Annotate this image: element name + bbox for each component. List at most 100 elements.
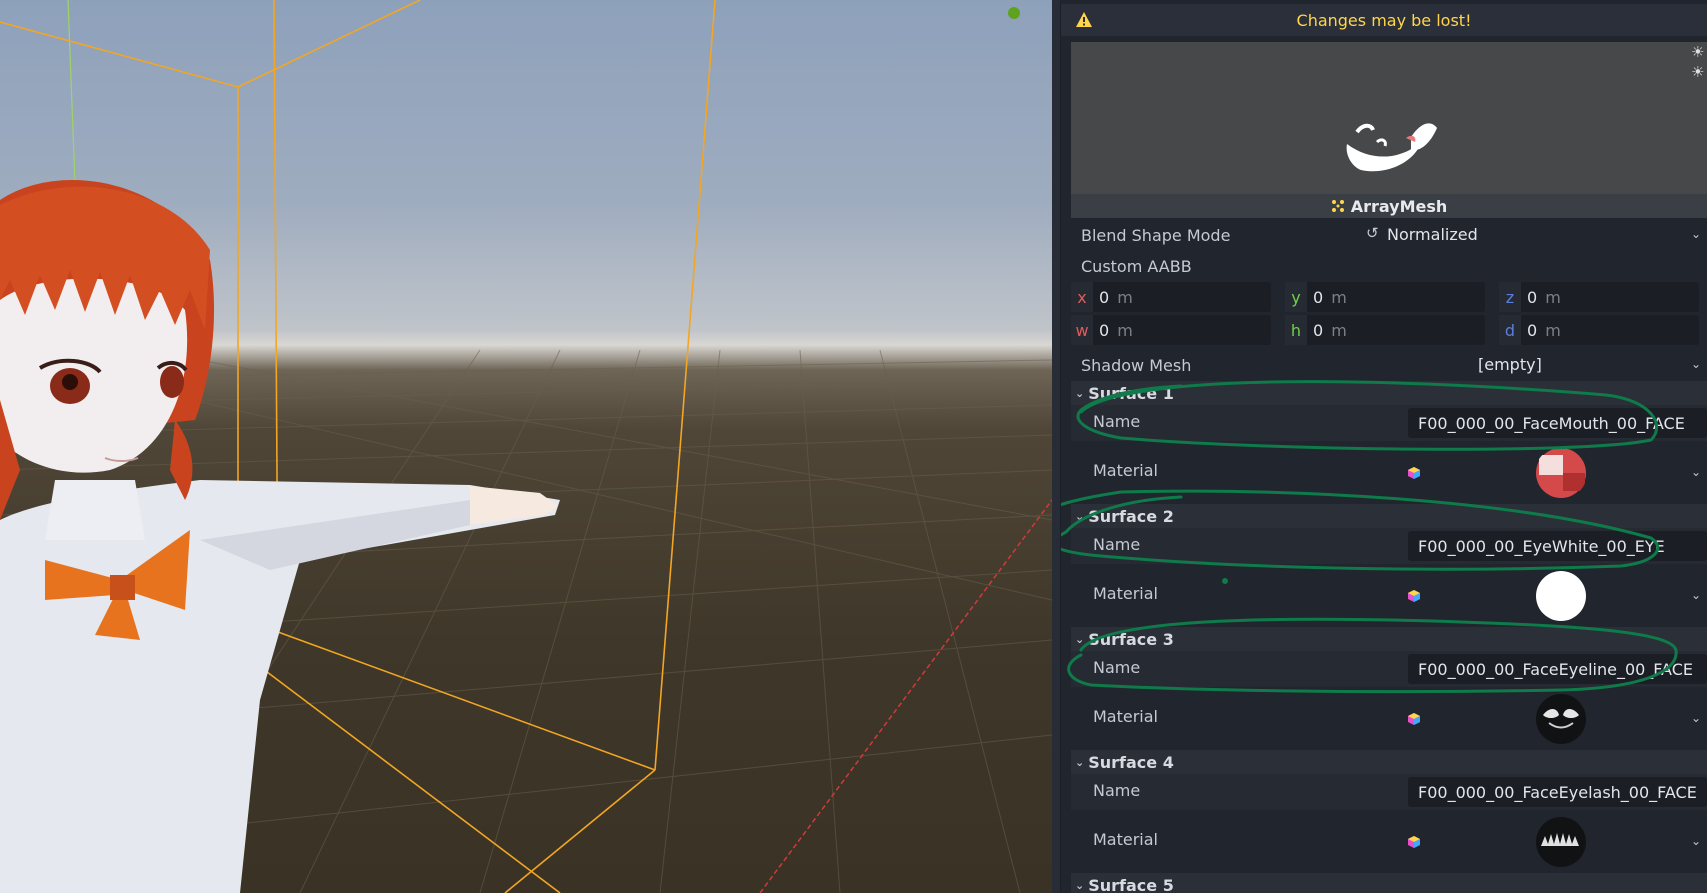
chevron-down-icon[interactable]: ⌄ xyxy=(1691,465,1701,479)
chevron-down-icon: ⌄ xyxy=(1690,357,1701,371)
aabb-w-axis-label: w xyxy=(1071,315,1093,345)
inspector-panel: Changes may be lost! ☀ ☀ ArrayMesh Blend… xyxy=(1061,0,1707,893)
aabb-y-value: 0 xyxy=(1313,287,1324,307)
chevron-down-icon[interactable]: ⌄ xyxy=(1691,588,1701,602)
surface-3-material-thumbnail[interactable] xyxy=(1535,693,1587,745)
aabb-y-field[interactable]: y 0 m xyxy=(1285,282,1485,312)
chevron-down-icon[interactable]: ⌄ xyxy=(1691,711,1701,725)
surface-4-material-row: Material ⌄ xyxy=(1071,812,1707,872)
surface-2-material-row: Material ⌄ xyxy=(1071,566,1707,626)
surface-2-material-label: Material xyxy=(1093,584,1158,603)
surface-4-name-label: Name xyxy=(1093,781,1141,800)
chevron-down-icon[interactable]: ⌄ xyxy=(1691,834,1701,848)
chevron-down-icon: ⌄ xyxy=(1690,227,1701,241)
x-axis-line xyxy=(759,499,1052,893)
light-gizmo-icon[interactable] xyxy=(1008,7,1020,19)
panel-splitter[interactable] xyxy=(1052,0,1061,893)
custom-aabb-label: Custom AABB xyxy=(1081,256,1192,276)
surface-1-material-label: Material xyxy=(1093,461,1158,480)
material-icon xyxy=(1408,590,1420,602)
surface-2-material-thumbnail[interactable] xyxy=(1535,570,1587,622)
surface-1-name-row: Name F00_000_00_FaceMouth_00_FACE xyxy=(1071,405,1707,441)
shadow-mesh-label: Shadow Mesh xyxy=(1081,355,1192,375)
resource-type-label: ArrayMesh xyxy=(1350,196,1448,216)
custom-aabb-row: Custom AABB xyxy=(1071,251,1707,281)
revert-icon[interactable]: ↺ xyxy=(1366,224,1379,242)
blend-shape-mode-dropdown[interactable]: ↺ Normalized ⌄ xyxy=(1359,221,1707,249)
surface-4-material-label: Material xyxy=(1093,830,1158,849)
arraymesh-icon xyxy=(1331,200,1344,212)
material-icon xyxy=(1408,467,1420,479)
material-icon xyxy=(1408,713,1420,725)
aabb-x-field[interactable]: x 0 m xyxy=(1071,282,1271,312)
aabb-w-field[interactable]: w 0 m xyxy=(1071,315,1271,345)
aabb-h-value: 0 xyxy=(1313,320,1324,340)
surface-5-header[interactable]: ⌄ Surface 5 xyxy=(1071,873,1707,893)
material-icon xyxy=(1408,836,1420,848)
collapse-chevron-icon: ⌄ xyxy=(1075,509,1085,523)
warning-icon xyxy=(1076,12,1092,27)
surface-1-header[interactable]: ⌄ Surface 1 xyxy=(1071,381,1707,405)
surface-2-name-row: Name F00_000_00_EyeWhite_00_EYE xyxy=(1071,528,1707,564)
surface-2-name-input[interactable]: F00_000_00_EyeWhite_00_EYE xyxy=(1408,531,1707,561)
warning-bar: Changes may be lost! xyxy=(1061,4,1707,36)
aabb-h-unit: m xyxy=(1331,320,1347,340)
y-axis-line xyxy=(67,0,77,211)
shadow-mesh-row: Shadow Mesh [empty] ⌄ xyxy=(1071,350,1707,380)
aabb-d-field[interactable]: d 0 m xyxy=(1499,315,1699,345)
aabb-x-unit: m xyxy=(1117,287,1133,307)
collapse-chevron-icon: ⌄ xyxy=(1075,386,1085,400)
surface-5-title: Surface 5 xyxy=(1088,875,1174,893)
surface-3-header[interactable]: ⌄ Surface 3 xyxy=(1071,627,1707,651)
character-model[interactable] xyxy=(0,180,560,893)
blend-shape-mode-label: Blend Shape Mode xyxy=(1081,225,1231,245)
viewport-scene xyxy=(0,0,1052,893)
collapse-chevron-icon: ⌄ xyxy=(1075,755,1085,769)
surface-4-title: Surface 4 xyxy=(1088,752,1174,772)
surface-4-header[interactable]: ⌄ Surface 4 xyxy=(1071,750,1707,774)
blend-shape-mode-row: Blend Shape Mode ↺ Normalized ⌄ xyxy=(1071,220,1707,250)
resource-title-bar[interactable]: ArrayMesh xyxy=(1071,194,1707,218)
shadow-mesh-value: [empty] xyxy=(1478,355,1542,374)
aabb-d-unit: m xyxy=(1545,320,1561,340)
surface-3-title: Surface 3 xyxy=(1088,629,1174,649)
collapse-chevron-icon: ⌄ xyxy=(1075,632,1085,646)
aabb-w-value: 0 xyxy=(1099,320,1110,340)
aabb-w-unit: m xyxy=(1117,320,1133,340)
aabb-z-field[interactable]: z 0 m xyxy=(1499,282,1699,312)
aabb-z-value: 0 xyxy=(1527,287,1538,307)
surface-1-title: Surface 1 xyxy=(1088,383,1174,403)
aabb-x-value: 0 xyxy=(1099,287,1110,307)
surface-2-title: Surface 2 xyxy=(1088,506,1174,526)
aabb-d-axis-label: d xyxy=(1499,315,1521,345)
3d-viewport[interactable] xyxy=(0,0,1052,893)
surface-3-name-row: Name F00_000_00_FaceEyeline_00_FACE xyxy=(1071,651,1707,687)
light-toggle-1-icon[interactable]: ☀ xyxy=(1691,44,1707,60)
blend-shape-mode-value: Normalized xyxy=(1387,225,1478,244)
surface-3-material-label: Material xyxy=(1093,707,1158,726)
surface-1-material-row: Material ⌄ xyxy=(1071,443,1707,503)
aabb-h-field[interactable]: h 0 m xyxy=(1285,315,1485,345)
collapse-chevron-icon: ⌄ xyxy=(1075,878,1085,892)
light-toggle-2-icon[interactable]: ☀ xyxy=(1691,64,1707,80)
shadow-mesh-picker[interactable]: [empty] ⌄ xyxy=(1359,351,1707,379)
surface-1-material-thumbnail[interactable] xyxy=(1535,447,1587,499)
aabb-y-unit: m xyxy=(1331,287,1347,307)
aabb-x-axis-label: x xyxy=(1071,282,1093,312)
surface-4-material-thumbnail[interactable] xyxy=(1535,816,1587,868)
surface-3-name-input[interactable]: F00_000_00_FaceEyeline_00_FACE xyxy=(1408,654,1707,684)
mesh-preview-thumbnail xyxy=(1346,123,1437,172)
surface-2-name-label: Name xyxy=(1093,535,1141,554)
mesh-preview[interactable]: ☀ ☀ xyxy=(1071,42,1707,194)
aabb-z-unit: m xyxy=(1545,287,1561,307)
aabb-z-axis-label: z xyxy=(1499,282,1521,312)
surface-1-name-input[interactable]: F00_000_00_FaceMouth_00_FACE xyxy=(1408,408,1707,438)
surface-4-name-row: Name F00_000_00_FaceEyelash_00_FACE xyxy=(1071,774,1707,810)
surface-3-material-row: Material ⌄ xyxy=(1071,689,1707,749)
aabb-d-value: 0 xyxy=(1527,320,1538,340)
aabb-h-axis-label: h xyxy=(1285,315,1307,345)
surface-1-name-label: Name xyxy=(1093,412,1141,431)
surface-4-name-input[interactable]: F00_000_00_FaceEyelash_00_FACE xyxy=(1408,777,1707,807)
surface-2-header[interactable]: ⌄ Surface 2 xyxy=(1071,504,1707,528)
warning-text: Changes may be lost! xyxy=(1296,10,1472,30)
